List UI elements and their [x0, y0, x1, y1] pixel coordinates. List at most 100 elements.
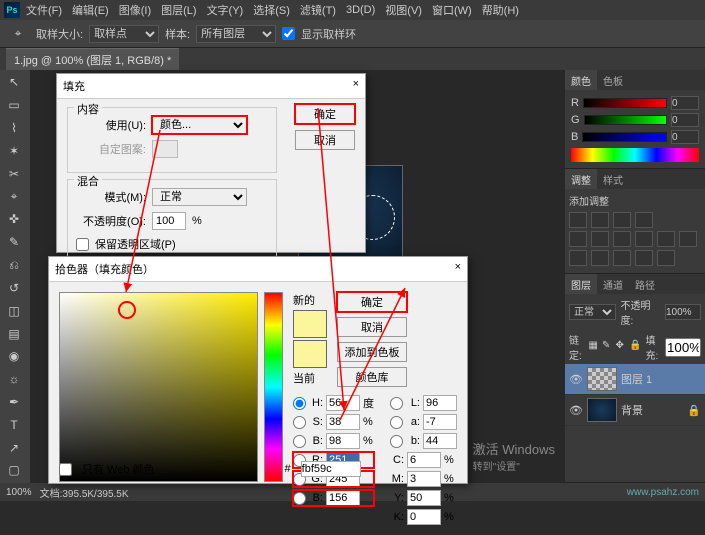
eraser-tool[interactable]: ◫	[2, 300, 26, 321]
bc-input[interactable]	[326, 490, 360, 506]
wand-tool[interactable]: ✶	[2, 140, 26, 161]
b-value[interactable]	[671, 130, 699, 144]
adj-mixer[interactable]	[679, 231, 697, 247]
menu-select[interactable]: 选择(S)	[249, 0, 294, 20]
color-tab[interactable]: 颜色	[565, 70, 597, 90]
r-slider[interactable]	[583, 98, 667, 108]
color-libs-button[interactable]: 颜色库	[337, 367, 407, 387]
lb-input[interactable]	[423, 433, 457, 449]
path-tool[interactable]: ↗	[2, 437, 26, 458]
l-radio[interactable]	[390, 397, 403, 410]
hue-slider[interactable]	[264, 292, 283, 482]
g-slider[interactable]	[584, 115, 667, 125]
eyedropper-icon[interactable]: ⌖	[6, 23, 30, 45]
menu-window[interactable]: 窗口(W)	[428, 0, 476, 20]
layers-tab[interactable]: 图层	[565, 274, 597, 294]
document-tab[interactable]: 1.jpg @ 100% (图层 1, RGB/8) *	[6, 48, 179, 71]
close-icon[interactable]: ×	[455, 261, 461, 277]
layer-name[interactable]: 图层 1	[621, 371, 652, 387]
fill-input[interactable]	[665, 338, 701, 357]
visibility-icon[interactable]: 👁	[569, 404, 583, 417]
adj-vibrance[interactable]	[569, 231, 587, 247]
menu-file[interactable]: 文件(F)	[22, 0, 66, 20]
blur-tool[interactable]: ◉	[2, 346, 26, 367]
crop-tool[interactable]: ✂	[2, 163, 26, 184]
swatch-tab[interactable]: 色板	[597, 70, 629, 90]
adj-curves[interactable]	[613, 212, 631, 228]
dodge-tool[interactable]: ☼	[2, 369, 26, 390]
paths-tab[interactable]: 路径	[629, 274, 661, 294]
menu-image[interactable]: 图像(I)	[115, 0, 155, 20]
cancel-button[interactable]: 取消	[337, 317, 407, 337]
opacity-input[interactable]	[152, 212, 186, 230]
menu-layer[interactable]: 图层(L)	[157, 0, 200, 20]
a-radio[interactable]	[390, 416, 403, 429]
layer-name[interactable]: 背景	[621, 402, 643, 418]
heal-tool[interactable]: ✜	[2, 209, 26, 230]
m-input[interactable]	[407, 471, 441, 487]
b-slider[interactable]	[582, 132, 667, 142]
menu-edit[interactable]: 编辑(E)	[68, 0, 113, 20]
type-tool[interactable]: T	[2, 414, 26, 435]
zoom-readout[interactable]: 100%	[6, 487, 32, 498]
ok-button[interactable]: 确定	[295, 104, 355, 124]
adj-colorbal[interactable]	[613, 231, 631, 247]
bv-radio[interactable]	[293, 435, 306, 448]
adj-bw[interactable]	[635, 231, 653, 247]
add-swatch-button[interactable]: 添加到色板	[337, 342, 407, 362]
layer-item-1[interactable]: 👁 图层 1	[565, 364, 705, 395]
mode-select[interactable]: 正常	[152, 188, 247, 206]
adj-photo[interactable]	[657, 231, 675, 247]
layer-item-bg[interactable]: 👁 背景 🔒	[565, 395, 705, 426]
adj-poster[interactable]	[591, 250, 609, 266]
l-input[interactable]	[423, 395, 457, 411]
marquee-tool[interactable]: ▭	[2, 95, 26, 116]
lock-trans-icon[interactable]: ▦	[589, 340, 599, 354]
eyedropper-tool[interactable]: ⌖	[2, 186, 26, 207]
saturation-field[interactable]	[59, 292, 258, 482]
s-radio[interactable]	[293, 416, 306, 429]
adj-exposure[interactable]	[635, 212, 653, 228]
c-input[interactable]	[407, 452, 441, 468]
history-brush-tool[interactable]: ↺	[2, 277, 26, 298]
adj-selcol[interactable]	[657, 250, 675, 266]
spectrum-bar[interactable]	[571, 148, 699, 162]
pen-tool[interactable]: ✒	[2, 392, 26, 413]
cancel-button[interactable]: 取消	[295, 130, 355, 150]
stamp-tool[interactable]: ⎌	[2, 255, 26, 276]
web-only-checkbox[interactable]	[59, 463, 72, 476]
menu-help[interactable]: 帮助(H)	[478, 0, 523, 20]
adj-brightness[interactable]	[569, 212, 587, 228]
opacity-input[interactable]	[665, 304, 701, 320]
lock-pixel-icon[interactable]: ✎	[602, 340, 612, 354]
lb-radio[interactable]	[390, 435, 403, 448]
s-input[interactable]	[326, 414, 360, 430]
k-input[interactable]	[407, 509, 441, 525]
bv-input[interactable]	[326, 433, 360, 449]
sample-select[interactable]: 所有图层	[196, 25, 276, 43]
bc-radio[interactable]	[293, 492, 306, 505]
ok-button[interactable]: 确定	[337, 292, 407, 312]
hex-input[interactable]	[301, 461, 361, 477]
adj-hue[interactable]	[591, 231, 609, 247]
adj-invert[interactable]	[569, 250, 587, 266]
adj-gradmap[interactable]	[635, 250, 653, 266]
brush-tool[interactable]: ✎	[2, 232, 26, 253]
lasso-tool[interactable]: ⌇	[2, 118, 26, 139]
style-tab[interactable]: 样式	[597, 169, 629, 189]
menu-type[interactable]: 文字(Y)	[203, 0, 248, 20]
close-icon[interactable]: ×	[353, 78, 359, 94]
adjust-tab[interactable]: 调整	[565, 169, 597, 189]
h-input[interactable]	[326, 395, 360, 411]
y-input[interactable]	[407, 490, 441, 506]
lock-pos-icon[interactable]: ✥	[616, 340, 626, 354]
a-input[interactable]	[423, 414, 457, 430]
use-select[interactable]: 颜色...	[152, 116, 247, 134]
r-value[interactable]	[671, 96, 699, 110]
h-radio[interactable]	[293, 397, 306, 410]
preserve-checkbox[interactable]	[76, 238, 89, 251]
move-tool[interactable]: ↖	[2, 72, 26, 93]
menu-filter[interactable]: 滤镜(T)	[296, 0, 340, 20]
channels-tab[interactable]: 通道	[597, 274, 629, 294]
shape-tool[interactable]: ▢	[2, 460, 26, 481]
